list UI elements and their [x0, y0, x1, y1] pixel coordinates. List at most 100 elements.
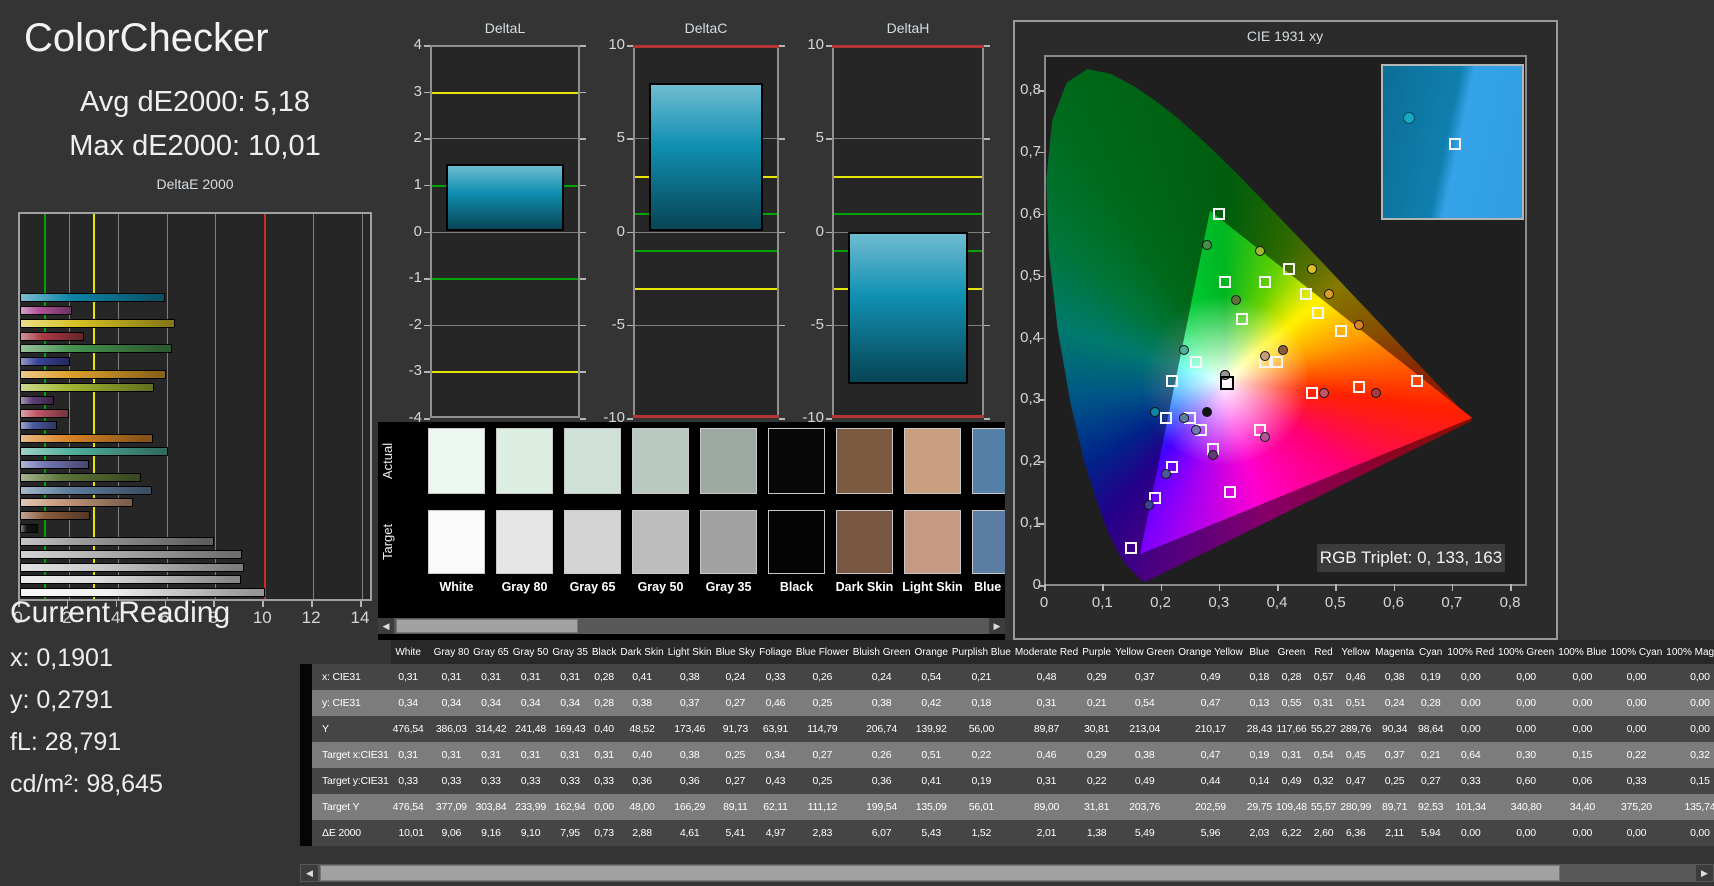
target-swatch-6: [836, 510, 893, 574]
column-header: Blue: [1244, 640, 1274, 664]
row-label[interactable]: ΔE 2000: [300, 820, 391, 846]
table-cell: 0,28: [589, 664, 619, 690]
y-tick-label: 0: [413, 222, 422, 240]
table-cell: 0,31: [1012, 768, 1081, 794]
row-label[interactable]: Target y:CIE31: [300, 768, 391, 794]
cie-target-marker-14: [1305, 387, 1318, 400]
table-cell: 4,61: [665, 820, 714, 846]
de-bar-gray-65: [20, 562, 244, 572]
row-label-header: [306, 640, 391, 664]
table-cell: 114,79: [793, 716, 851, 742]
gridline: [432, 138, 578, 140]
table-cell: 0,15: [1556, 742, 1609, 768]
actual-swatch-3: [632, 428, 689, 494]
cie-x-tick-label: 0,4: [1266, 594, 1288, 611]
x-tick-dash: [311, 601, 313, 607]
colorchecker-screen: ColorChecker Avg dE2000: 5,18 Max dE2000…: [0, 0, 1714, 886]
swatch-scroll-thumb[interactable]: [396, 619, 578, 633]
table-cell: 89,71: [1373, 794, 1417, 820]
de-bar-gray-50: [20, 549, 243, 559]
table-cell: 0,00: [1664, 664, 1714, 690]
table-cell: 101,34: [1445, 794, 1497, 820]
table-cell: 92,53: [1416, 794, 1446, 820]
table-cell: 0,38: [665, 664, 714, 690]
swatch-label-8: Blue Sky: [974, 580, 1005, 594]
table-cell: 0,18: [1244, 664, 1274, 690]
cie-y-tick-dash: [1038, 461, 1044, 463]
table-cell: 0,00: [1496, 664, 1557, 690]
y-tick-dash: [580, 91, 586, 94]
x-tick-label: 12: [301, 608, 321, 627]
row-label[interactable]: Target x:CIE31: [300, 742, 391, 768]
table-cell: 0,73: [589, 820, 619, 846]
y-tick-dash: [627, 418, 633, 420]
table-cell: 0,19: [1244, 742, 1274, 768]
cie-target-marker-24: [1410, 374, 1423, 387]
y-tick-label: -3: [408, 362, 422, 380]
table-cell: 0,49: [1176, 664, 1245, 690]
table-cell: 0,00: [1496, 820, 1557, 846]
table-cell: 0,44: [1176, 768, 1245, 794]
table-cell: 0,38: [1373, 664, 1417, 690]
table-cell: 314,42: [471, 716, 511, 742]
y-tick-dash: [779, 418, 785, 420]
table-cell: 6,07: [850, 820, 913, 846]
row-label[interactable]: y: CIE31: [300, 690, 391, 716]
table-scroll-thumb[interactable]: [320, 865, 1560, 881]
swatch-scroll-left-arrow-icon[interactable]: ◀: [378, 618, 394, 634]
table-cell: 89,11: [713, 794, 758, 820]
row-label[interactable]: Y: [300, 716, 391, 742]
swatch-scroll-right-arrow-icon[interactable]: ▶: [989, 618, 1005, 634]
table-cell: 0,25: [1373, 768, 1417, 794]
table-scrollbar[interactable]: ◀ ▶: [300, 864, 1714, 882]
de-bar-gray-35: [20, 536, 215, 546]
y-tick-label: -5: [810, 315, 824, 333]
table-cell: 135,09: [912, 794, 950, 820]
row-label[interactable]: x: CIE31: [300, 664, 391, 690]
table-scroll-right-arrow-icon[interactable]: ▶: [1696, 865, 1713, 881]
table-cell: 386,03: [431, 716, 472, 742]
table-cell: 0,38: [1113, 742, 1177, 768]
table-cell: 0,37: [1113, 664, 1177, 690]
gridline: [834, 138, 982, 140]
y-tick-dash: [984, 45, 990, 47]
column-header: Purple: [1080, 640, 1114, 664]
table-cell: 166,29: [665, 794, 714, 820]
row-label[interactable]: Target Y: [300, 794, 391, 820]
column-header: Orange Yellow: [1176, 640, 1245, 664]
cie-y-tick-dash: [1038, 151, 1044, 154]
table-cell: 0,00: [1556, 820, 1609, 846]
table-cell: 213,04: [1113, 716, 1177, 742]
table-cell: 0,25: [793, 768, 851, 794]
table-cell: 0,34: [757, 742, 794, 768]
cie-target-marker-9: [1236, 312, 1249, 325]
table-cell: 0,06: [1556, 768, 1609, 794]
table-cell: 89,87: [1012, 716, 1081, 742]
column-header: Foliage: [757, 640, 794, 664]
y-tick-dash: [627, 231, 633, 233]
table-cell: 0,00: [1664, 820, 1714, 846]
guide-yellow: [432, 371, 578, 374]
table-cell: 162,94: [550, 794, 590, 820]
table-cell: 0,31: [510, 664, 551, 690]
column-header: Cyan: [1416, 640, 1446, 664]
target-swatch-5: [768, 510, 825, 574]
de-bar-dark-skin: [20, 511, 91, 521]
gridline: [432, 324, 578, 326]
cie-measured-marker-15: [1207, 450, 1218, 461]
table-cell: 1,52: [949, 820, 1013, 846]
table-cell: 0,25: [793, 690, 851, 716]
swatch-label-6: Dark Skin: [835, 580, 894, 594]
table-cell: 0,51: [1338, 690, 1374, 716]
table-cell: 0,31: [1274, 742, 1309, 768]
table-cell: 202,59: [1176, 794, 1245, 820]
table-cell: 0,31: [471, 742, 511, 768]
table-cell: 0,00: [1664, 690, 1714, 716]
table-cell: 34,40: [1556, 794, 1609, 820]
table-scroll-left-arrow-icon[interactable]: ◀: [301, 865, 318, 881]
table-cell: 0,33: [510, 768, 551, 794]
gridline: [635, 231, 777, 233]
guide-red: [633, 45, 779, 48]
table-cell: 0,18: [949, 690, 1013, 716]
swatch-label-7: Light Skin: [902, 580, 963, 594]
